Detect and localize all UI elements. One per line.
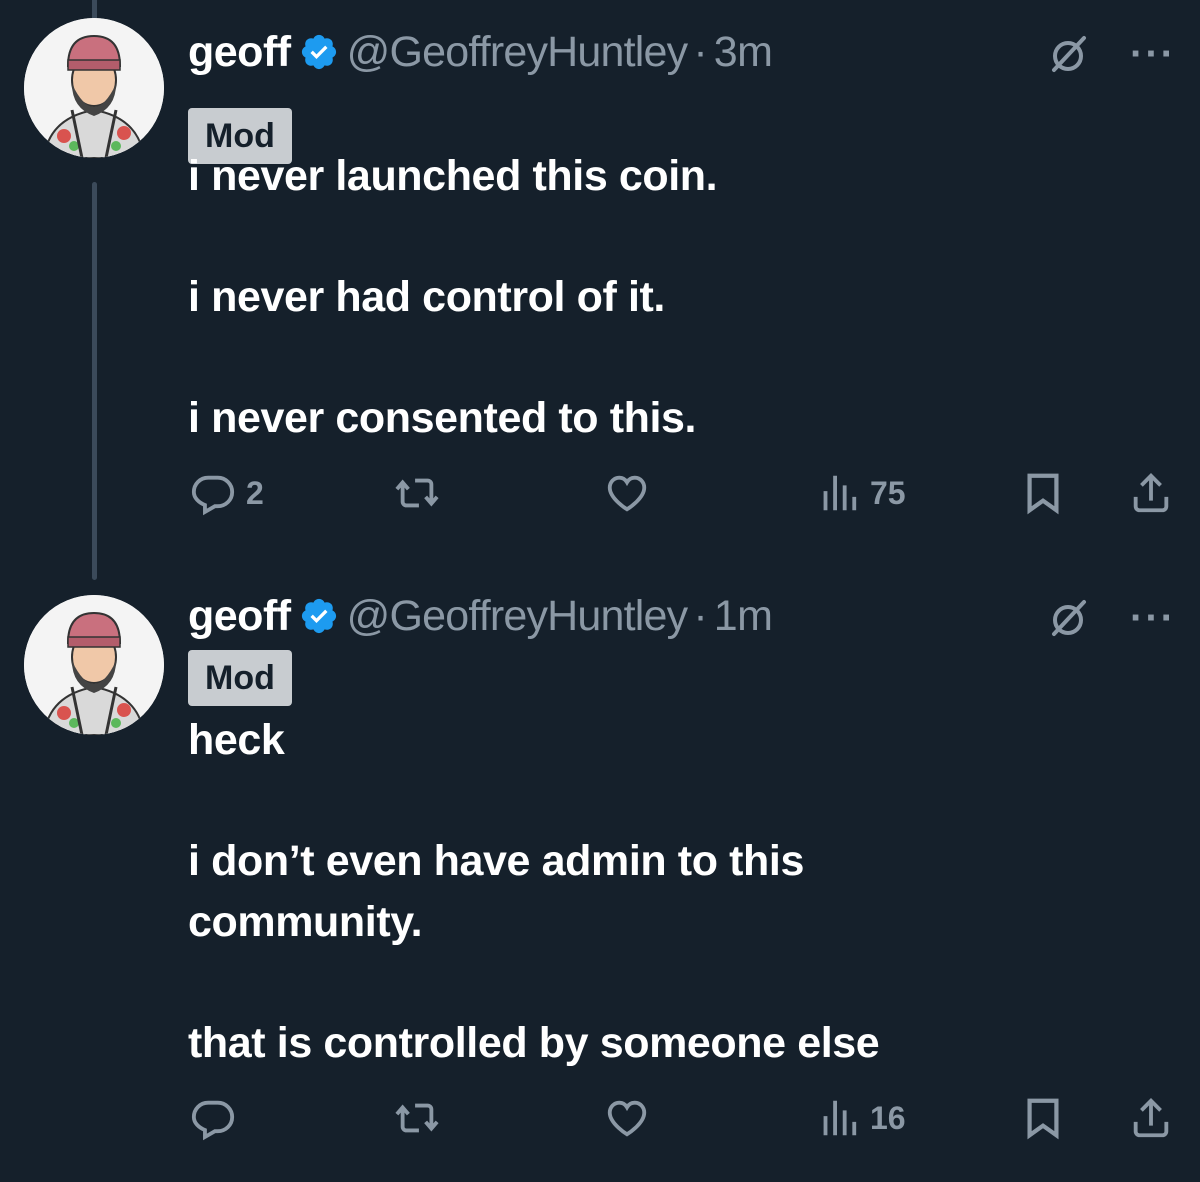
tweet-text-line: i never consented to this. [188, 394, 697, 442]
views-icon [823, 475, 857, 511]
reply-icon [191, 1100, 235, 1141]
tweet-text-line: i don’t even have admin to this [188, 837, 804, 885]
like-button[interactable] [604, 1095, 650, 1141]
bookmark-icon [1027, 473, 1059, 515]
views-icon [823, 1100, 857, 1136]
retweet-button[interactable] [394, 470, 440, 516]
reply-button[interactable] [190, 1095, 236, 1141]
grok-icon[interactable] [1044, 30, 1092, 78]
like-icon [607, 1100, 647, 1137]
bookmark-button[interactable] [1020, 470, 1066, 516]
retweet-icon [395, 1103, 439, 1133]
tweet-2[interactable]: geoff @GeoffreyHuntley · 1m ··· Mod heck… [0, 580, 1200, 1182]
more-icon[interactable]: ··· [1130, 34, 1176, 74]
tweet-text-line: community. [188, 898, 423, 946]
mod-badge: Mod [188, 650, 292, 706]
views-button[interactable]: 16 [814, 1095, 906, 1141]
timestamp[interactable]: 1m [714, 592, 773, 641]
tweet-header: geoff @GeoffreyHuntley · 1m [188, 586, 773, 646]
view-count: 16 [870, 1099, 906, 1136]
tweet-text-line: heck [188, 716, 285, 764]
separator-dot: · [693, 591, 708, 640]
tweet-text-line: i never launched this coin. [188, 152, 718, 200]
more-icon[interactable]: ··· [1130, 598, 1176, 638]
retweet-button[interactable] [394, 1095, 440, 1141]
reply-count: 2 [246, 474, 264, 511]
share-button[interactable] [1128, 470, 1174, 516]
avatar-image [24, 18, 164, 158]
tweet-text-line: that is controlled by someone else [188, 1019, 880, 1067]
bookmark-icon [1027, 1098, 1059, 1140]
view-count: 75 [870, 474, 906, 511]
reply-button[interactable]: 2 [190, 470, 264, 516]
verified-badge-icon[interactable] [299, 596, 339, 636]
display-name[interactable]: geoff [188, 592, 291, 641]
avatar[interactable] [24, 18, 164, 158]
share-icon [1133, 473, 1169, 513]
separator-dot: · [693, 27, 708, 76]
avatar[interactable] [24, 595, 164, 735]
avatar-image [24, 595, 164, 735]
views-button[interactable]: 75 [814, 470, 906, 516]
timestamp[interactable]: 3m [714, 28, 773, 77]
share-button[interactable] [1128, 1095, 1174, 1141]
like-button[interactable] [604, 470, 650, 516]
tweet-text-line: i never had control of it. [188, 273, 665, 321]
verified-badge-icon[interactable] [299, 32, 339, 72]
user-handle[interactable]: @GeoffreyHuntley [347, 28, 689, 77]
retweet-icon [395, 478, 439, 508]
user-handle[interactable]: @GeoffreyHuntley [347, 592, 689, 641]
grok-icon[interactable] [1044, 594, 1092, 642]
share-icon [1133, 1098, 1169, 1138]
tweet-header: geoff @GeoffreyHuntley · 3m [188, 22, 773, 82]
reply-icon [191, 475, 235, 516]
tweet-actions: 2 75 [188, 470, 1178, 530]
like-icon [607, 475, 647, 512]
display-name[interactable]: geoff [188, 28, 291, 77]
tweet-1[interactable]: geoff @GeoffreyHuntley · 3m ··· Mod i ne… [0, 0, 1200, 580]
bookmark-button[interactable] [1020, 1095, 1066, 1141]
tweet-actions: 16 [188, 1095, 1178, 1155]
